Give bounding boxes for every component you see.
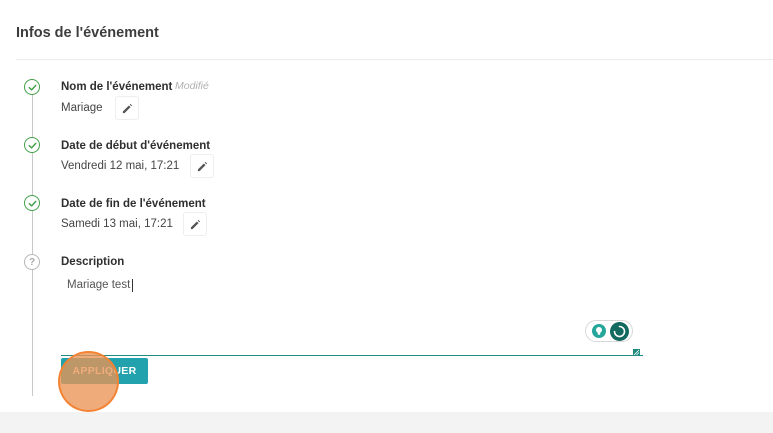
- end-date-value: Samedi 13 mai, 17:21: [61, 218, 173, 230]
- question-circle-icon: ?: [24, 254, 40, 270]
- resize-handle-icon[interactable]: [633, 343, 640, 356]
- modified-tag: Modifié: [175, 80, 209, 92]
- pencil-icon: [190, 219, 200, 229]
- grammar-assistant-widget[interactable]: [585, 320, 633, 342]
- header-divider: [16, 59, 773, 60]
- check-circle-icon: [24, 79, 40, 95]
- edit-start-date-button[interactable]: [191, 155, 213, 177]
- event-name-value: Mariage: [61, 102, 103, 114]
- start-date-value: Vendredi 12 mai, 17:21: [61, 160, 180, 172]
- lightbulb-icon[interactable]: [592, 324, 606, 338]
- check-circle-icon: [24, 195, 40, 211]
- event-name-label: Nom de l'événement: [61, 81, 173, 93]
- event-info-card: Infos de l'événement Nom de l'événement …: [0, 0, 773, 412]
- end-date-label: Date de fin de l'événement: [61, 198, 206, 210]
- description-text: Mariage test: [67, 279, 131, 291]
- section-title: Infos de l'événement: [16, 25, 159, 41]
- check-circle-icon: [24, 137, 40, 153]
- edit-end-date-button[interactable]: [184, 213, 206, 235]
- progress-ring-icon[interactable]: [610, 322, 629, 341]
- text-caret: [132, 279, 133, 292]
- pencil-icon: [122, 103, 132, 113]
- description-label: Description: [61, 256, 125, 268]
- edit-event-name-button[interactable]: [116, 97, 138, 119]
- description-textarea[interactable]: Mariage test: [61, 270, 643, 356]
- pencil-icon: [197, 161, 207, 171]
- apply-button[interactable]: APPLIQUER: [61, 358, 148, 384]
- start-date-label: Date de début d'événement: [61, 140, 211, 152]
